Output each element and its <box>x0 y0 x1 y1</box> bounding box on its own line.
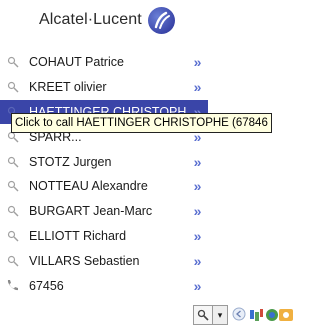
search-icon <box>5 179 20 194</box>
contact-name: ELLIOTT Richard <box>29 228 127 243</box>
phone-icon <box>5 278 20 293</box>
contact-name: STOTZ Jurgen <box>29 154 112 169</box>
call-tooltip: Click to call HAETTINGER CHRISTOPHE (678… <box>11 113 272 133</box>
search-icon <box>5 253 20 268</box>
brand-name: Alcatel·Lucent <box>39 11 142 28</box>
call-arrow-icon[interactable]: » <box>186 79 208 95</box>
call-arrow-icon[interactable]: » <box>186 154 208 170</box>
contact-row[interactable]: STOTZ Jurgen » <box>0 149 208 174</box>
contact-name: NOTTEAU Alexandre <box>29 179 148 194</box>
contact-name: COHAUT Patrice <box>29 55 124 70</box>
contact-row[interactable]: NOTTEAU Alexandre » <box>0 174 208 199</box>
call-arrow-icon[interactable]: » <box>186 228 208 244</box>
contact-name: BURGART Jean-Marc <box>29 204 153 219</box>
app-tray-icon[interactable] <box>279 307 295 323</box>
contact-name: 67456 <box>29 278 64 293</box>
search-dropdown[interactable]: ▾ <box>212 305 228 325</box>
contact-name: VILLARS Sebastien <box>29 253 140 268</box>
call-arrow-icon[interactable]: » <box>186 203 208 219</box>
call-arrow-icon[interactable]: » <box>186 178 208 194</box>
alcatel-lucent-logo-icon <box>147 6 175 34</box>
search-icon <box>5 80 20 95</box>
contact-panel: Alcatel·Lucent COHAUT Patrice » KREET ol… <box>0 0 209 294</box>
contact-row[interactable]: BURGART Jean-Marc » <box>0 199 208 224</box>
search-icon <box>5 228 20 243</box>
contact-row[interactable]: ELLIOTT Richard » <box>0 224 208 249</box>
call-arrow-icon[interactable]: » <box>186 54 208 70</box>
contact-row[interactable]: 67456 » <box>0 273 208 298</box>
contact-row[interactable]: KREET olivier » <box>0 75 208 100</box>
taskbar: ▾ <box>0 302 321 325</box>
contact-name: KREET olivier <box>29 80 107 95</box>
brand-header: Alcatel·Lucent <box>39 4 209 36</box>
search-icon <box>5 55 20 70</box>
call-arrow-icon[interactable]: » <box>186 253 208 269</box>
back-icon[interactable] <box>232 307 248 323</box>
contact-row[interactable]: VILLARS Sebastien » <box>0 248 208 273</box>
globe-icon[interactable] <box>264 307 280 323</box>
contact-list: COHAUT Patrice » KREET olivier » HAETTIN… <box>0 50 208 298</box>
search-button[interactable] <box>193 305 213 325</box>
network-icon[interactable] <box>248 307 264 323</box>
contact-row[interactable]: COHAUT Patrice » <box>0 50 208 75</box>
call-arrow-icon[interactable]: » <box>186 278 208 294</box>
search-icon <box>197 309 209 321</box>
search-icon <box>5 204 20 219</box>
search-icon <box>5 154 20 169</box>
